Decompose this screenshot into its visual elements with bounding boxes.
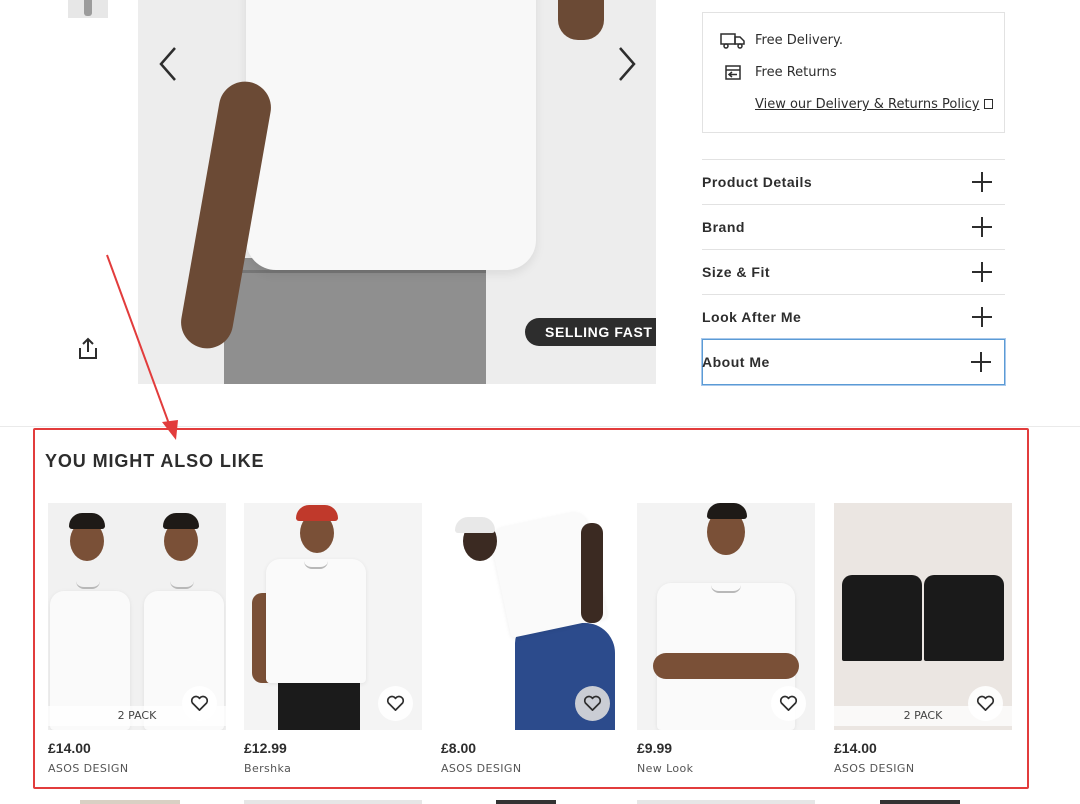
plus-icon	[972, 262, 992, 282]
accordion-label: Size & Fit	[702, 264, 771, 280]
chevron-right-icon	[619, 47, 636, 81]
free-returns-text: Free Returns	[755, 64, 837, 80]
product-image[interactable]	[441, 503, 619, 730]
save-for-later-button[interactable]	[182, 686, 217, 721]
model-hair	[707, 503, 747, 519]
accordion-look-after-me[interactable]: Look After Me	[702, 294, 1005, 339]
product-brand: ASOS DESIGN	[834, 762, 915, 775]
policy-link-text: View our Delivery & Returns Policy	[755, 97, 980, 112]
free-delivery-text: Free Delivery.	[755, 32, 843, 48]
model-jeans	[224, 258, 486, 384]
plus-icon	[971, 352, 991, 372]
product-price: £12.99	[244, 740, 287, 756]
model-chain	[76, 581, 100, 589]
accordion-brand[interactable]: Brand	[702, 204, 1005, 249]
product-image[interactable]	[637, 503, 815, 730]
next-row-image-peek	[80, 800, 180, 804]
product-card[interactable]: 2 PACK £14.00 ASOS DESIGN	[834, 503, 1012, 775]
heart-icon	[583, 695, 602, 711]
product-image[interactable]	[244, 503, 422, 730]
plus-icon	[972, 307, 992, 327]
save-for-later-button[interactable]	[378, 686, 413, 721]
product-price: £8.00	[441, 740, 477, 756]
product-image[interactable]: 2 PACK	[834, 503, 1012, 730]
next-row-image-peek	[880, 800, 960, 804]
model-hair	[163, 513, 199, 529]
accordion-product-details[interactable]: Product Details	[702, 159, 1005, 204]
gallery-thumbnail[interactable]	[68, 0, 108, 18]
you-might-also-like-title: YOU MIGHT ALSO LIKE	[45, 451, 265, 471]
free-returns-row: Free Returns	[719, 62, 837, 82]
accordion-size-fit[interactable]: Size & Fit	[702, 249, 1005, 294]
model-cap	[455, 517, 495, 533]
accordion-label: Product Details	[702, 174, 813, 190]
accordion-label: Look After Me	[702, 309, 802, 325]
product-price: £9.99	[637, 740, 673, 756]
model-cap	[296, 505, 338, 521]
model-arm	[558, 0, 604, 40]
next-row-image-peek	[244, 800, 422, 804]
accordion-about-me[interactable]: About Me	[702, 339, 1005, 385]
next-image-button[interactable]	[612, 44, 642, 84]
product-brand: New Look	[637, 762, 694, 775]
previous-image-button[interactable]	[153, 44, 183, 84]
model-arms-crossed	[653, 653, 799, 679]
black-tshirt	[842, 575, 922, 661]
model-arm	[581, 523, 603, 623]
selling-fast-badge: SELLING FAST	[525, 318, 656, 346]
heart-icon	[976, 695, 995, 711]
heart-icon	[386, 695, 405, 711]
product-card[interactable]: £12.99 Bershka	[244, 503, 422, 775]
black-tshirt	[924, 575, 1004, 661]
truck-icon	[719, 30, 747, 50]
heart-icon	[779, 695, 798, 711]
product-brand: ASOS DESIGN	[48, 762, 129, 775]
heart-icon	[190, 695, 209, 711]
delivery-info-box: Free Delivery. Free Returns View our Del…	[702, 12, 1005, 133]
product-card[interactable]: 2 PACK £14.00 ASOS DESIGN	[48, 503, 226, 775]
save-for-later-button[interactable]	[968, 686, 1003, 721]
product-card[interactable]: £9.99 New Look	[637, 503, 815, 775]
share-icon	[79, 337, 97, 359]
product-brand: Bershka	[244, 762, 292, 775]
free-delivery-row: Free Delivery.	[719, 30, 843, 50]
external-link-icon	[984, 99, 994, 109]
plus-icon	[972, 217, 992, 237]
delivery-returns-policy-link[interactable]: View our Delivery & Returns Policy	[755, 97, 994, 112]
model-chain	[711, 585, 741, 593]
model-tshirt	[246, 0, 536, 270]
returns-icon	[719, 62, 747, 82]
save-for-later-button[interactable]	[575, 686, 610, 721]
product-card[interactable]: £8.00 ASOS DESIGN	[441, 503, 619, 775]
accordion-label: About Me	[702, 354, 770, 370]
model-hair	[69, 513, 105, 529]
product-price: £14.00	[48, 740, 91, 756]
save-for-later-button[interactable]	[771, 686, 806, 721]
plus-icon	[972, 172, 992, 192]
chevron-left-icon	[159, 47, 176, 81]
next-row-image-peek	[637, 800, 815, 804]
product-brand: ASOS DESIGN	[441, 762, 522, 775]
product-price: £14.00	[834, 740, 877, 756]
next-row-image-peek	[496, 800, 556, 804]
model-chain	[170, 581, 194, 589]
section-divider	[0, 426, 1080, 427]
model-tshirt	[266, 559, 366, 683]
product-image[interactable]: 2 PACK	[48, 503, 226, 730]
share-button[interactable]	[76, 336, 100, 362]
accordion-label: Brand	[702, 219, 745, 235]
